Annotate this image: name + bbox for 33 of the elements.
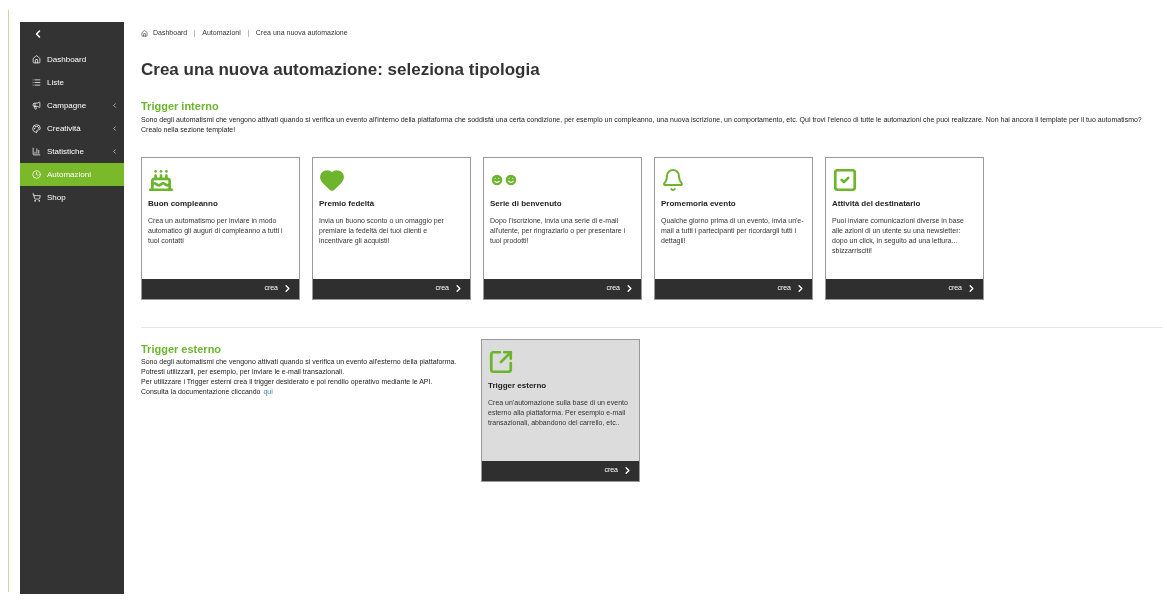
chevron-right-icon (795, 283, 806, 294)
card-title: Buon compleanno (148, 197, 219, 210)
chevron-right-icon (966, 283, 977, 294)
cart-icon (32, 193, 41, 202)
page-title: Crea una nuova automazione: seleziona tipologia (141, 58, 541, 81)
palette-icon (32, 124, 41, 133)
sidebar-item[interactable]: Shop (20, 186, 124, 209)
home-icon (141, 29, 148, 37)
sidebar-item[interactable]: Campagne (20, 94, 124, 117)
card-title: Premio fedeltà (319, 197, 376, 210)
list-icon (32, 78, 41, 87)
clock-icon (32, 170, 41, 179)
chevron-right-icon (624, 283, 635, 294)
checkbox-icon (832, 166, 858, 193)
bell-icon (661, 167, 685, 192)
section-heading: Trigger interno (141, 99, 220, 114)
sidebar-item[interactable]: Creatività (20, 117, 124, 140)
chevron-right-icon (453, 283, 464, 294)
megaphone-icon (32, 101, 41, 110)
section-heading: Trigger esterno (141, 341, 223, 357)
card-title: Trigger esterno (488, 379, 548, 392)
sidebar-item[interactable]: Dashboard (20, 48, 124, 71)
chevron-right-icon (282, 283, 293, 294)
home-icon (32, 55, 41, 64)
bar-chart-icon (32, 147, 41, 156)
chevron-right-icon (622, 465, 633, 476)
card-title: Attività del destinatario (832, 197, 922, 210)
card-title: Promemoria evento (661, 197, 737, 210)
smileys-icon (490, 172, 518, 187)
sidebar-item[interactable]: Statistiche (20, 140, 124, 163)
card-title: Serie di benvenuto (490, 197, 563, 210)
sidebar-item[interactable]: Liste (20, 71, 124, 94)
external-link-icon (488, 348, 514, 375)
